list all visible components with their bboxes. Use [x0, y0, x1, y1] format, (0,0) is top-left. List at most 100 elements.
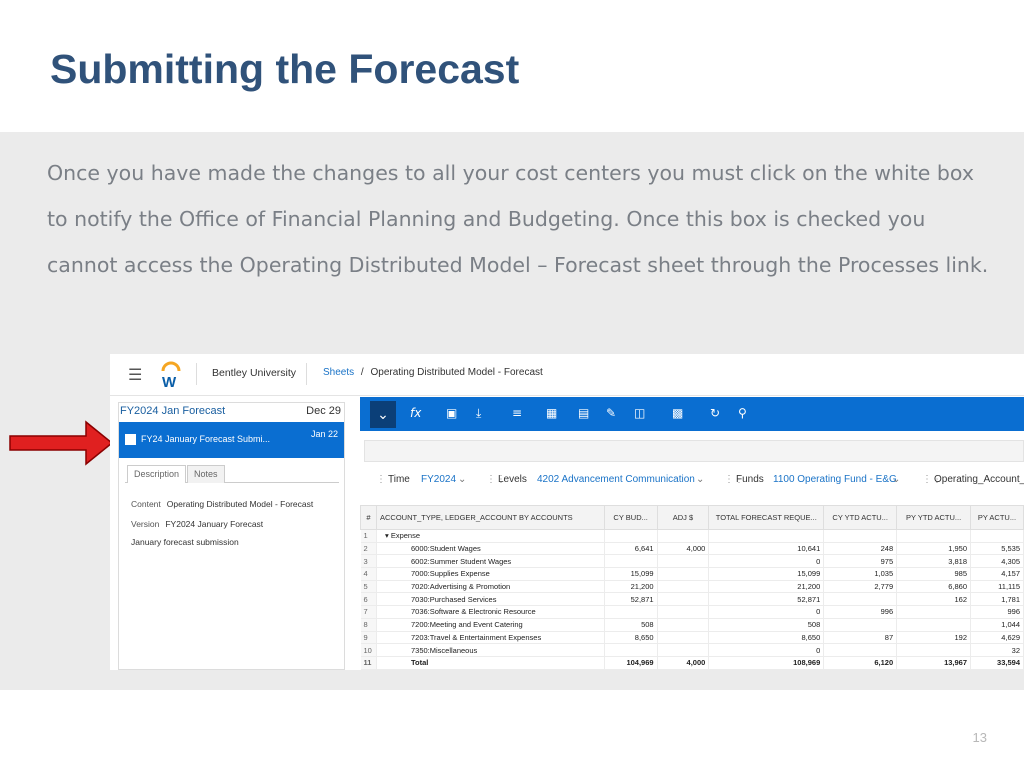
value-cell[interactable]	[823, 618, 898, 632]
value-cell[interactable]	[604, 643, 658, 657]
edit-icon[interactable]: ✎	[606, 406, 616, 420]
value-cell[interactable]	[970, 529, 1024, 543]
value-cell[interactable]: 108,969	[708, 656, 825, 670]
value-cell[interactable]: 21,200	[708, 580, 825, 594]
value-cell[interactable]: 15,099	[708, 567, 825, 581]
tab-description[interactable]: Description	[127, 465, 187, 483]
sheet-icon[interactable]: ▤	[578, 406, 589, 420]
value-cell[interactable]: 33,594	[970, 656, 1024, 670]
panel-title[interactable]: FY2024 Jan Forecast	[120, 405, 225, 417]
value-cell[interactable]: 3,818	[896, 554, 972, 569]
value-cell[interactable]: 21,200	[604, 580, 658, 594]
value-cell[interactable]	[657, 605, 710, 619]
submit-checkbox[interactable]	[125, 434, 136, 445]
value-cell[interactable]: 1,950	[896, 542, 972, 556]
time-value[interactable]: FY2024	[421, 474, 456, 485]
value-cell[interactable]: 0	[708, 643, 825, 657]
value-cell[interactable]: 10,641	[708, 542, 825, 556]
value-cell[interactable]	[657, 554, 710, 569]
levels-value[interactable]: 4202 Advancement Communication	[537, 474, 695, 485]
value-cell[interactable]: 6,860	[896, 580, 972, 594]
tab-notes[interactable]: Notes	[187, 465, 225, 483]
value-cell[interactable]: 1,044	[970, 618, 1024, 632]
value-cell[interactable]: 4,000	[657, 542, 710, 556]
refresh-icon[interactable]: ↻	[710, 406, 720, 420]
workday-logo-icon[interactable]: W	[160, 361, 182, 389]
column-header[interactable]: ADJ $	[656, 505, 710, 530]
value-cell[interactable]: 4,157	[970, 567, 1024, 581]
value-cell[interactable]	[708, 529, 825, 543]
filter-icon[interactable]: ≡	[512, 406, 522, 420]
column-header[interactable]: PY ACTU...	[970, 505, 1024, 530]
value-cell[interactable]	[604, 605, 658, 619]
download-icon[interactable]: ⤓	[476, 406, 481, 421]
value-cell[interactable]: 8,650	[604, 631, 658, 645]
value-cell[interactable]	[896, 643, 972, 657]
save-icon[interactable]: ▣	[446, 406, 457, 420]
value-cell[interactable]: 996	[823, 605, 898, 619]
value-cell[interactable]: 4,305	[970, 554, 1024, 569]
column-header[interactable]: PY YTD ACTU...	[896, 505, 972, 530]
search-icon[interactable]: ⚲	[738, 406, 747, 420]
value-cell[interactable]: 15,099	[604, 567, 658, 581]
value-cell[interactable]: 4,629	[970, 631, 1024, 645]
value-cell[interactable]	[823, 592, 898, 607]
value-cell[interactable]	[823, 643, 898, 657]
value-cell[interactable]: 13,967	[896, 656, 972, 670]
data-icon[interactable]: ◫	[634, 406, 645, 420]
calc-icon[interactable]: ▦	[546, 406, 557, 420]
value-cell[interactable]: 11,115	[970, 580, 1024, 594]
menu-icon[interactable]: ☰	[128, 365, 142, 385]
value-cell[interactable]: 1,781	[970, 592, 1024, 607]
value-cell[interactable]	[657, 618, 710, 632]
account-filter-label[interactable]: Operating_Account_F	[934, 474, 1024, 485]
value-cell[interactable]: 52,871	[604, 592, 658, 607]
chevron-down-icon[interactable]: ⌄	[370, 401, 396, 428]
value-cell[interactable]	[657, 592, 710, 607]
value-cell[interactable]	[657, 631, 710, 645]
report-icon[interactable]: ▩	[672, 406, 683, 420]
value-cell[interactable]: 6,641	[604, 542, 658, 556]
column-header[interactable]: ACCOUNT_TYPE, LEDGER_ACCOUNT BY ACCOUNTS	[375, 505, 605, 530]
value-cell[interactable]: 975	[823, 554, 898, 569]
value-cell[interactable]: 508	[708, 618, 825, 632]
value-cell[interactable]: 192	[896, 631, 972, 645]
value-cell[interactable]	[657, 567, 710, 581]
value-cell[interactable]: 985	[896, 567, 972, 581]
value-cell[interactable]: 0	[708, 554, 825, 569]
column-header[interactable]: #	[360, 505, 377, 530]
chevron-down-icon[interactable]: ⌄	[696, 474, 704, 485]
value-cell[interactable]: 0	[708, 605, 825, 619]
value-cell[interactable]: 2,779	[823, 580, 898, 594]
value-cell[interactable]	[604, 529, 658, 543]
value-cell[interactable]: 1,035	[823, 567, 898, 581]
value-cell[interactable]: 248	[823, 542, 898, 556]
fx-icon[interactable]: fx	[410, 406, 421, 420]
chevron-down-icon[interactable]: ⌄	[458, 474, 466, 485]
value-cell[interactable]: 8,650	[708, 631, 825, 645]
value-cell[interactable]	[823, 529, 898, 543]
value-cell[interactable]: 32	[970, 643, 1024, 657]
value-cell[interactable]: 508	[604, 618, 658, 632]
value-cell[interactable]	[657, 529, 710, 543]
value-cell[interactable]	[896, 618, 972, 632]
column-header[interactable]: CY BUD...	[603, 505, 658, 530]
value-cell[interactable]: 6,120	[823, 656, 898, 670]
chevron-down-icon[interactable]: ⌄	[892, 474, 900, 485]
column-header[interactable]: CY YTD ACTU...	[823, 505, 898, 530]
funds-value[interactable]: 1100 Operating Fund - E&G	[773, 474, 897, 485]
value-cell[interactable]: 5,535	[970, 542, 1024, 556]
submission-item[interactable]: FY24 January Forecast Submi... Jan 22	[119, 422, 344, 458]
value-cell[interactable]	[604, 554, 658, 569]
value-cell[interactable]	[896, 529, 972, 543]
value-cell[interactable]: 104,969	[604, 656, 658, 670]
column-header[interactable]: TOTAL FORECAST REQUE...	[708, 505, 825, 530]
breadcrumb-sheets-link[interactable]: Sheets	[323, 367, 354, 378]
value-cell[interactable]: 162	[896, 592, 972, 607]
formula-bar[interactable]	[364, 440, 1024, 462]
value-cell[interactable]: 87	[823, 631, 898, 645]
value-cell[interactable]: 52,871	[708, 592, 825, 607]
value-cell[interactable]: 4,000	[657, 656, 710, 670]
value-cell[interactable]	[657, 580, 710, 594]
value-cell[interactable]	[896, 605, 972, 619]
